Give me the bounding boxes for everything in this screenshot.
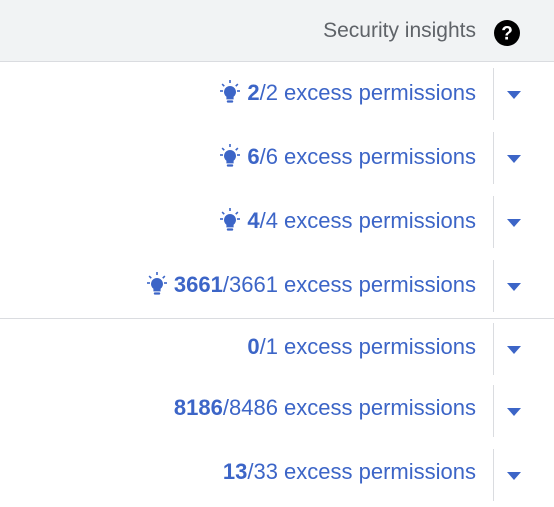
help-icon[interactable]: ? xyxy=(493,19,521,47)
total-label: /2 excess permissions xyxy=(259,80,476,105)
list-item: 4/4 excess permissions xyxy=(0,190,554,254)
caret-down-icon xyxy=(507,283,521,291)
column-divider xyxy=(493,385,494,437)
insights-list: 2/2 excess permissions 6/6 excess permis… xyxy=(0,62,554,507)
excess-permissions-link[interactable]: 13/33 excess permissions xyxy=(223,458,476,486)
total-label: /4 excess permissions xyxy=(259,208,476,233)
svg-text:?: ? xyxy=(501,24,513,45)
excess-permissions-link[interactable]: 3661/3661 excess permissions xyxy=(142,270,476,300)
excess-count: 3661 xyxy=(173,272,223,297)
excess-permissions-link[interactable]: 2/2 excess permissions xyxy=(215,78,476,108)
lightbulb-icon xyxy=(220,208,241,231)
caret-down-icon xyxy=(507,472,521,480)
list-item: 0/1 excess permissions xyxy=(0,319,554,379)
total-label: /3661 excess permissions xyxy=(222,272,476,297)
excess-permissions-link[interactable]: 4/4 excess permissions xyxy=(215,206,476,236)
excess-count: 6 xyxy=(247,144,260,169)
expand-button[interactable] xyxy=(496,202,532,242)
expand-button[interactable] xyxy=(496,391,532,431)
total-label: /1 excess permissions xyxy=(259,334,476,359)
excess-permissions-link[interactable]: 6/6 excess permissions xyxy=(215,142,476,172)
caret-down-icon xyxy=(507,408,521,416)
excess-count: 2 xyxy=(247,80,260,105)
total-label: /6 excess permissions xyxy=(259,144,476,169)
expand-button[interactable] xyxy=(496,138,532,178)
list-item: 13/33 excess permissions xyxy=(0,443,554,507)
excess-count: 0 xyxy=(247,334,260,359)
column-divider xyxy=(493,260,494,312)
excess-count: 4 xyxy=(247,208,260,233)
excess-count: 8186 xyxy=(173,395,223,420)
excess-count: 13 xyxy=(222,459,248,484)
lightbulb-icon xyxy=(220,80,241,103)
expand-button[interactable] xyxy=(496,74,532,114)
list-item: 2/2 excess permissions xyxy=(0,62,554,126)
lightbulb-icon xyxy=(146,272,167,295)
table-header: Security insights ? xyxy=(0,0,554,62)
column-divider xyxy=(493,196,494,248)
lightbulb-icon xyxy=(220,144,241,167)
caret-down-icon xyxy=(507,155,521,163)
column-divider xyxy=(493,449,494,501)
column-divider xyxy=(493,323,494,375)
caret-down-icon xyxy=(507,346,521,354)
total-label: /8486 excess permissions xyxy=(222,395,476,420)
expand-button[interactable] xyxy=(496,266,532,306)
excess-permissions-link[interactable]: 0/1 excess permissions xyxy=(247,333,476,361)
caret-down-icon xyxy=(507,91,521,99)
column-title: Security insights xyxy=(323,19,476,42)
list-item: 8186/8486 excess permissions xyxy=(0,379,554,443)
caret-down-icon xyxy=(507,219,521,227)
column-divider xyxy=(493,68,494,120)
list-item: 3661/3661 excess permissions xyxy=(0,254,554,318)
list-item: 6/6 excess permissions xyxy=(0,126,554,190)
total-label: /33 excess permissions xyxy=(247,459,476,484)
column-divider xyxy=(493,132,494,184)
excess-permissions-link[interactable]: 8186/8486 excess permissions xyxy=(174,394,476,422)
expand-button[interactable] xyxy=(496,455,532,495)
expand-button[interactable] xyxy=(496,329,532,369)
